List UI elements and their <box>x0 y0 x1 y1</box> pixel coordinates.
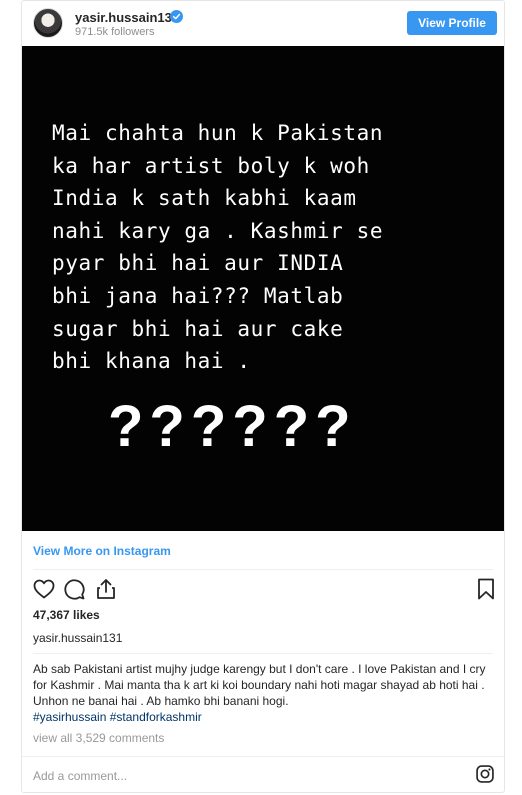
post-caption: Ab sab Pakistani artist mujhy judge kare… <box>33 661 495 725</box>
divider <box>33 653 493 654</box>
instagram-embed-card: yasir.hussain131 971.5k followers View P… <box>21 0 505 793</box>
share-icon[interactable] <box>94 577 118 601</box>
caption-text: Ab sab Pakistani artist mujhy judge kare… <box>33 662 486 708</box>
view-profile-button[interactable]: View Profile <box>407 11 497 35</box>
username[interactable]: yasir.hussain131 <box>75 10 179 25</box>
heart-icon[interactable] <box>32 577 56 601</box>
caption-username[interactable]: yasir.hussain131 <box>33 631 122 645</box>
bookmark-icon[interactable] <box>474 577 498 601</box>
follower-count: 971.5k followers <box>75 26 155 38</box>
avatar[interactable] <box>33 8 63 38</box>
divider <box>22 756 504 757</box>
divider <box>33 569 493 570</box>
like-count[interactable]: 47,367 likes <box>33 608 100 622</box>
view-more-on-instagram-link[interactable]: View More on Instagram <box>33 544 171 558</box>
post-image[interactable]: Mai chahta hun k Pakistan ka har artist … <box>22 46 504 531</box>
hashtag-link[interactable]: #standforkashmir <box>110 710 202 724</box>
post-image-question-marks: ?????? <box>108 394 357 459</box>
post-header: yasir.hussain131 971.5k followers View P… <box>22 1 504 45</box>
add-comment-input[interactable] <box>33 766 453 786</box>
hashtag-link[interactable]: #yasirhussain <box>33 710 106 724</box>
verified-badge-icon <box>170 10 183 23</box>
comment-icon[interactable] <box>62 577 86 601</box>
post-image-text: Mai chahta hun k Pakistan ka har artist … <box>52 121 384 374</box>
instagram-logo-icon[interactable] <box>475 764 495 784</box>
view-all-comments-link[interactable]: view all 3,529 comments <box>33 731 164 745</box>
